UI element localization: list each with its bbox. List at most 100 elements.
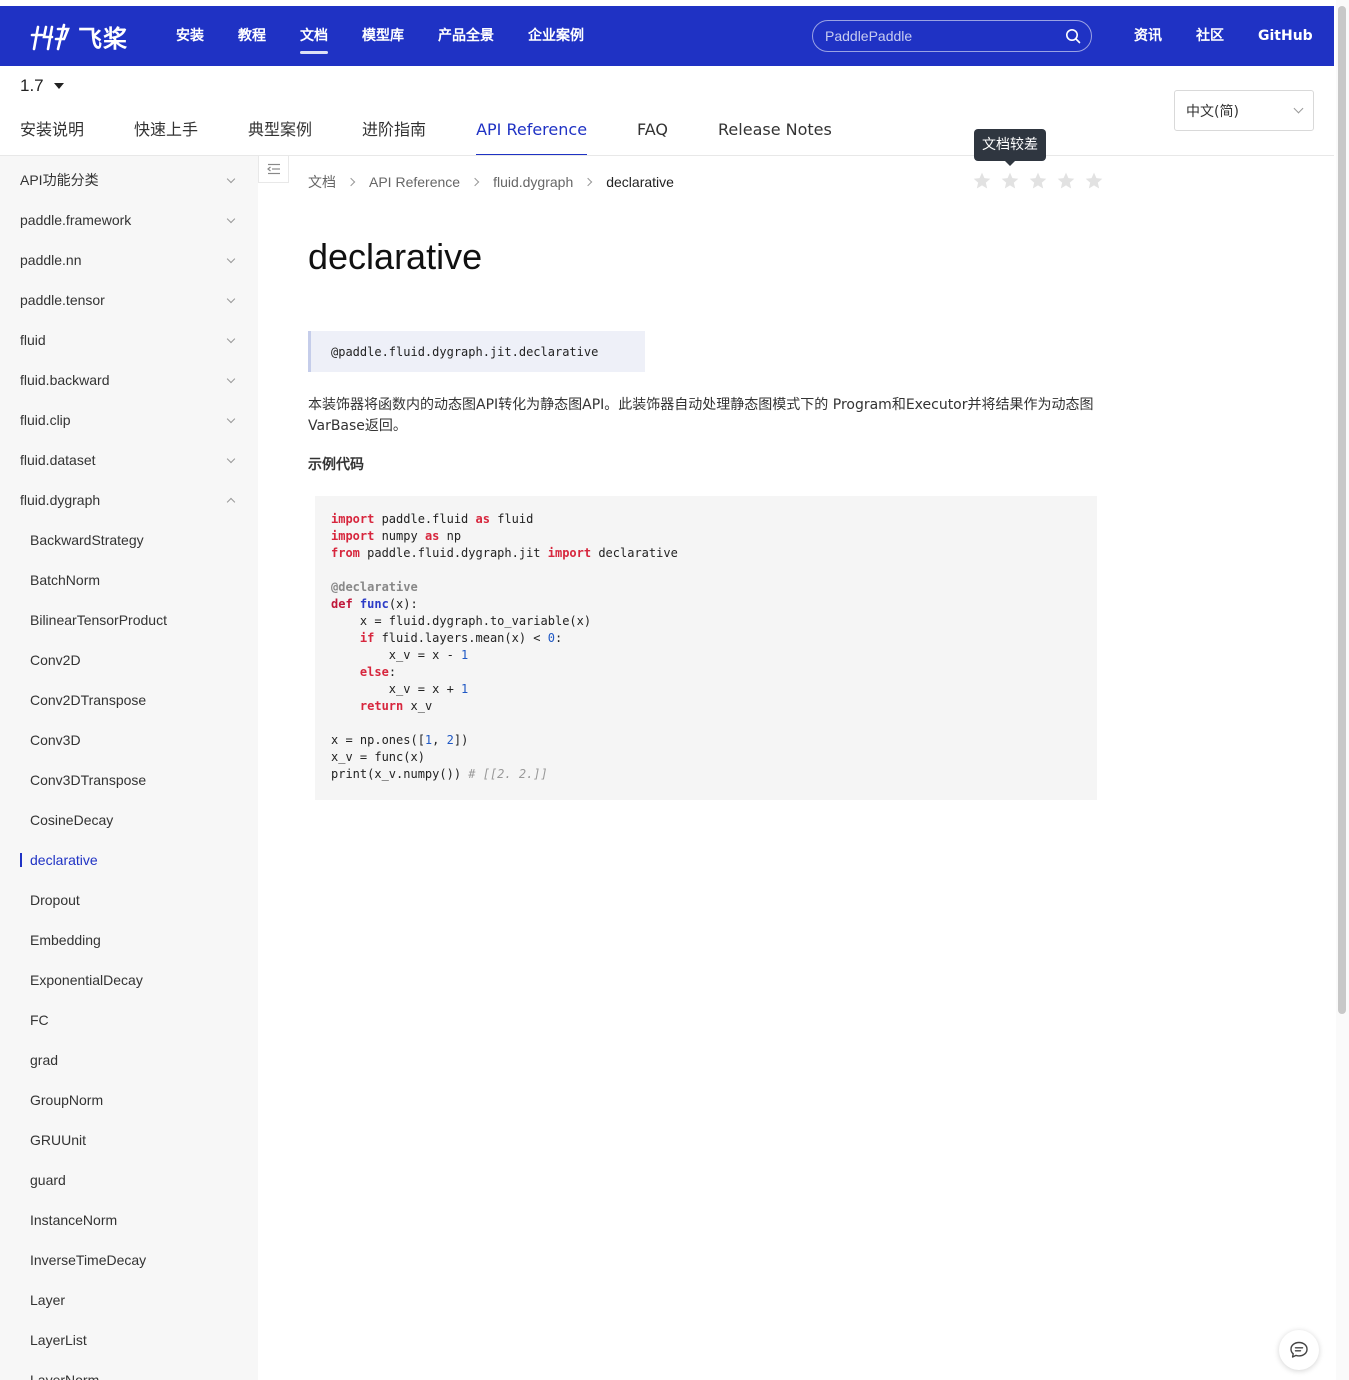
sidebar-group-fluid[interactable]: fluid [0, 320, 258, 360]
sidebar-group-fluid-dataset[interactable]: fluid.dataset [0, 440, 258, 480]
chevron-right-icon [470, 177, 480, 187]
tab-install-guide[interactable]: 安装说明 [20, 110, 84, 156]
breadcrumb-api-reference[interactable]: API Reference [369, 174, 460, 190]
nav-cases[interactable]: 企业案例 [528, 6, 584, 66]
page-scrollbar[interactable] [1336, 0, 1349, 1380]
sidebar-item-label: guard [30, 1172, 66, 1188]
sidebar-item-inversetimedecay[interactable]: InverseTimeDecay [0, 1240, 258, 1280]
star-icon[interactable] [972, 171, 992, 196]
sidebar-item-label: API功能分类 [20, 172, 99, 188]
sidebar-item-label: LayerNorm [30, 1372, 100, 1380]
sidebar-group-paddle-framework[interactable]: paddle.framework [0, 200, 258, 240]
chevron-right-icon [346, 177, 356, 187]
nav-model-zoo[interactable]: 模型库 [362, 6, 404, 66]
sidebar-item-label: BackwardStrategy [30, 532, 144, 548]
search-box [812, 20, 1092, 52]
sidebar-item-label: paddle.framework [20, 212, 132, 228]
chevron-down-icon [226, 174, 236, 184]
paddle-logo[interactable]: 飞桨 [28, 16, 128, 56]
breadcrumb-docs[interactable]: 文档 [308, 172, 336, 192]
sidebar-group-fluid-dygraph[interactable]: fluid.dygraph [0, 480, 258, 520]
sidebar-item-conv3d[interactable]: Conv3D [0, 720, 258, 760]
sidebar-group-paddle-tensor[interactable]: paddle.tensor [0, 280, 258, 320]
star-icon[interactable] [1000, 171, 1020, 196]
paddle-logo-icon [30, 23, 70, 51]
sidebar-item-embedding[interactable]: Embedding [0, 920, 258, 960]
sidebar-item-conv2d[interactable]: Conv2D [0, 640, 258, 680]
sidebar-item-conv3dtranspose[interactable]: Conv3DTranspose [0, 760, 258, 800]
sidebar-item-grad[interactable]: grad [0, 1040, 258, 1080]
sidebar-item-bilineartensorproduct[interactable]: BilinearTensorProduct [0, 600, 258, 640]
language-select[interactable]: 中文(简) [1174, 90, 1314, 131]
chevron-right-icon [583, 177, 593, 187]
sidebar-item-declarative[interactable]: declarative [0, 840, 258, 880]
chevron-down-icon [226, 294, 236, 304]
sidebar-item-exponentialdecay[interactable]: ExponentialDecay [0, 960, 258, 1000]
tab-advanced-guide[interactable]: 进阶指南 [362, 110, 426, 156]
sidebar-item-layerlist[interactable]: LayerList [0, 1320, 258, 1360]
example-heading: 示例代码 [308, 457, 364, 473]
tab-release-notes[interactable]: Release Notes [718, 110, 832, 156]
api-sidebar: API功能分类 paddle.framework paddle.nn paddl… [0, 156, 258, 1380]
sidebar-item-conv2dtranspose[interactable]: Conv2DTranspose [0, 680, 258, 720]
sidebar-group-fluid-backward[interactable]: fluid.backward [0, 360, 258, 400]
chevron-up-icon [226, 497, 236, 507]
scrollbar-thumb[interactable] [1338, 6, 1346, 1014]
right-nav: 资讯 社区 GitHub [1134, 6, 1313, 66]
nav-products[interactable]: 产品全景 [438, 6, 494, 66]
sidebar-item-label: Layer [30, 1292, 66, 1308]
nav-community[interactable]: 社区 [1196, 6, 1224, 66]
sidebar-group-fluid-clip[interactable]: fluid.clip [0, 400, 258, 440]
nav-github[interactable]: GitHub [1258, 6, 1313, 66]
nav-news[interactable]: 资讯 [1134, 6, 1162, 66]
tab-quick-start[interactable]: 快速上手 [134, 110, 198, 156]
main-nav: 安装 教程 文档 模型库 产品全景 企业案例 [176, 6, 618, 66]
rating-tooltip: 文档较差 [974, 129, 1046, 166]
sidebar-item-label: fluid.backward [20, 372, 110, 388]
sidebar-item-groupnorm[interactable]: GroupNorm [0, 1080, 258, 1120]
tab-api-reference[interactable]: API Reference [476, 110, 587, 156]
sidebar-item-label: Conv3D [30, 732, 81, 748]
sidebar-item-label: GroupNorm [30, 1092, 104, 1108]
star-icon[interactable] [1084, 171, 1104, 196]
sidebar-item-label: InverseTimeDecay [30, 1252, 147, 1268]
sidebar-group-paddle-nn[interactable]: paddle.nn [0, 240, 258, 280]
chevron-down-icon [1293, 103, 1304, 114]
tab-examples[interactable]: 典型案例 [248, 110, 312, 156]
search-input[interactable] [825, 28, 1055, 44]
sidebar-item-layer[interactable]: Layer [0, 1280, 258, 1320]
chevron-down-icon [226, 374, 236, 384]
api-signature: @paddle.fluid.dygraph.jit.declarative [308, 331, 645, 372]
breadcrumb-fluid-dygraph[interactable]: fluid.dygraph [493, 174, 573, 190]
star-icon[interactable] [1028, 171, 1048, 196]
sidebar-item-label: fluid [20, 332, 46, 348]
menu-fold-icon [266, 163, 280, 175]
version-selector[interactable]: 1.7 [20, 76, 64, 96]
chevron-down-icon [226, 334, 236, 344]
sidebar-item-layernorm[interactable]: LayerNorm [0, 1360, 258, 1380]
code-example[interactable]: import paddle.fluid as fluid import nump… [315, 496, 1097, 800]
top-nav-bar: 飞桨 安装 教程 文档 模型库 产品全景 企业案例 资讯 社区 GitHub [0, 6, 1334, 66]
sidebar-item-dropout[interactable]: Dropout [0, 880, 258, 920]
sidebar-item-backwardstrategy[interactable]: BackwardStrategy [0, 520, 258, 560]
star-icon[interactable] [1056, 171, 1076, 196]
sidebar-item-fc[interactable]: FC [0, 1000, 258, 1040]
sidebar-item-instancenorm[interactable]: InstanceNorm [0, 1200, 258, 1240]
feedback-button[interactable] [1279, 1330, 1319, 1370]
sidebar-item-label: ExponentialDecay [30, 972, 143, 988]
tab-faq[interactable]: FAQ [637, 110, 668, 156]
nav-docs[interactable]: 文档 [300, 6, 328, 66]
sidebar-item-label: Dropout [30, 892, 80, 908]
nav-install[interactable]: 安装 [176, 6, 204, 66]
search-icon[interactable] [1065, 28, 1081, 49]
sidebar-item-batchnorm[interactable]: BatchNorm [0, 560, 258, 600]
doc-rating [972, 171, 1112, 196]
sidebar-item-label: BatchNorm [30, 572, 101, 588]
sidebar-group-api-categories[interactable]: API功能分类 [0, 160, 258, 200]
sidebar-item-gruunit[interactable]: GRUUnit [0, 1120, 258, 1160]
sidebar-item-cosinedecay[interactable]: CosineDecay [0, 800, 258, 840]
sidebar-collapse-button[interactable] [258, 156, 289, 183]
chat-icon [1290, 1341, 1308, 1358]
sidebar-item-guard[interactable]: guard [0, 1160, 258, 1200]
nav-tutorial[interactable]: 教程 [238, 6, 266, 66]
